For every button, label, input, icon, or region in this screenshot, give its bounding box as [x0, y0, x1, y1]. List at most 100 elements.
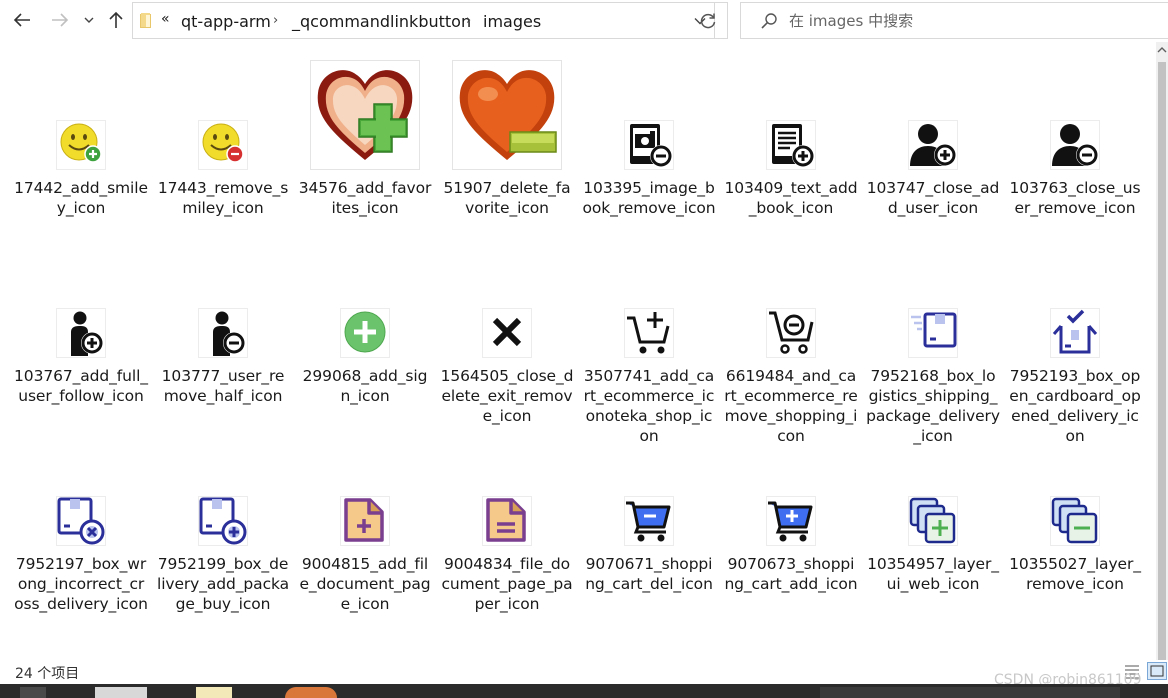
- taskbar-background: [820, 687, 1120, 698]
- file-name: 103777_user_remove_half_icon: [161, 367, 285, 405]
- file-item[interactable]: 103763_close_user_remove_icon: [1004, 42, 1146, 222]
- breadcrumb-item-images[interactable]: images: [483, 12, 541, 31]
- file-item[interactable]: 9004834_file_document_page_paper_icon: [436, 418, 578, 613]
- search-icon: [761, 13, 777, 29]
- taskbar-app-icon[interactable]: [95, 687, 147, 698]
- breadcrumb-overflow[interactable]: «: [161, 11, 170, 27]
- file-item[interactable]: 9070671_shopping_cart_del_icon: [578, 418, 720, 598]
- arrow-up-icon: [109, 11, 123, 28]
- file-item[interactable]: 10355027_layer_remove_icon: [1004, 418, 1146, 598]
- breadcrumb-item-qt-app-arm[interactable]: qt-app-arm: [181, 12, 271, 31]
- taskbar-app-icon[interactable]: [196, 687, 232, 698]
- box-cross-icon: [33, 448, 129, 546]
- back-button[interactable]: [8, 6, 36, 34]
- file-name: 103763_close_user_remove_icon: [1009, 179, 1141, 217]
- file-item[interactable]: 103747_close_add_user_icon: [862, 42, 1004, 222]
- arrow-right-icon: [52, 13, 69, 27]
- file-item[interactable]: 299068_add_sign_icon: [294, 230, 436, 410]
- refresh-button[interactable]: [688, 2, 728, 39]
- file-name: 9070673_shopping_cart_add_icon: [724, 555, 858, 593]
- scroll-up-arrow-icon[interactable]: [1157, 45, 1167, 55]
- file-item[interactable]: 9004815_add_file_document_page_icon: [294, 418, 436, 613]
- breadcrumb-separator[interactable]: ›: [466, 13, 471, 28]
- folder-icon: [140, 13, 151, 28]
- file-name: 51907_delete_favorite_icon: [443, 179, 571, 217]
- scrollbar-thumb[interactable]: [1158, 62, 1166, 662]
- image-book-remove-icon: [601, 72, 697, 170]
- file-remove-icon: [459, 448, 555, 546]
- box-open-icon: [1027, 260, 1123, 358]
- file-name: 103395_image_book_remove_icon: [582, 179, 716, 217]
- file-item[interactable]: 7952199_box_delivery_add_package_buy_ico…: [152, 418, 294, 613]
- status-bar: 24 个项目: [0, 660, 1168, 684]
- vertical-scrollbar[interactable]: [1156, 42, 1168, 662]
- file-name: 103767_add_full_user_follow_icon: [14, 367, 148, 405]
- breadcrumb-separator[interactable]: ›: [273, 13, 278, 28]
- user-add-icon: [885, 72, 981, 170]
- file-name: 9070671_shopping_cart_del_icon: [585, 555, 713, 593]
- file-item[interactable]: 7952193_box_open_cardboard_opened_delive…: [1004, 230, 1146, 445]
- address-bar[interactable]: « qt-app-arm › _qcommandlinkbutton › ima…: [132, 2, 728, 39]
- large-icons-view-button[interactable]: [1147, 662, 1167, 680]
- smiley-add-icon: [33, 72, 129, 170]
- navigation-toolbar: « qt-app-arm › _qcommandlinkbutton › ima…: [0, 0, 1168, 42]
- file-name: 9004834_file_document_page_paper_icon: [441, 555, 573, 613]
- file-grid: 17442_add_smiley_icon 17443_remove_smiley…: [0, 42, 1156, 660]
- file-item[interactable]: 6619484_and_cart_ecommerce_remove_shoppi…: [720, 230, 862, 445]
- file-name: 17442_add_smiley_icon: [14, 179, 148, 217]
- file-name: 17443_remove_smiley_icon: [157, 179, 289, 217]
- file-name: 299068_add_sign_icon: [302, 367, 428, 405]
- file-item[interactable]: 17443_remove_smiley_icon: [152, 42, 294, 222]
- file-name: 103747_close_add_user_icon: [866, 179, 1000, 217]
- user-follow-add-icon: [33, 260, 129, 358]
- file-name: 10354957_layer_ui_web_icon: [867, 555, 999, 593]
- plus-circle-icon: [317, 260, 413, 358]
- large-icons-view-icon: [1150, 665, 1164, 677]
- up-button[interactable]: [102, 6, 130, 34]
- file-item[interactable]: 103409_text_add_book_icon: [720, 42, 862, 222]
- cart-add-blue-icon: [743, 448, 839, 546]
- heart-remove-icon: [452, 60, 562, 170]
- layers-remove-icon: [1027, 448, 1123, 546]
- file-name: 10355027_layer_remove_icon: [1009, 555, 1141, 593]
- cart-add-icon: [601, 260, 697, 358]
- file-name: 103409_text_add_book_icon: [724, 179, 858, 217]
- file-item[interactable]: 7952168_box_logistics_shipping_package_d…: [862, 230, 1004, 445]
- file-item[interactable]: 10354957_layer_ui_web_icon: [862, 418, 1004, 598]
- item-count: 24 个项目: [15, 666, 80, 682]
- file-item[interactable]: 17442_add_smiley_icon: [10, 42, 152, 222]
- file-item[interactable]: 103777_user_remove_half_icon: [152, 230, 294, 410]
- cart-del-blue-icon: [601, 448, 697, 546]
- file-item[interactable]: 103767_add_full_user_follow_icon: [10, 230, 152, 410]
- file-name: 9004815_add_file_document_page_icon: [299, 555, 431, 613]
- smiley-remove-icon: [175, 72, 271, 170]
- file-name: 1564505_close_delete_exit_remove_icon: [440, 367, 574, 425]
- file-item[interactable]: 9070673_shopping_cart_add_icon: [720, 418, 862, 598]
- file-item[interactable]: 103395_image_book_remove_icon: [578, 42, 720, 222]
- box-delivery-icon: [885, 260, 981, 358]
- search-input[interactable]: [789, 9, 1149, 33]
- layers-add-icon: [885, 448, 981, 546]
- file-name: 34576_add_favorites_icon: [298, 179, 432, 217]
- search-box[interactable]: [740, 2, 1168, 39]
- user-remove-icon: [1027, 72, 1123, 170]
- refresh-icon: [700, 13, 715, 28]
- text-book-add-icon: [743, 72, 839, 170]
- file-item[interactable]: 7952197_box_wrong_incorrect_cross_delive…: [10, 418, 152, 613]
- file-name: 7952199_box_delivery_add_package_buy_ico…: [156, 555, 289, 613]
- taskbar-app-icon[interactable]: [285, 687, 337, 698]
- file-item[interactable]: 3507741_add_cart_ecommerce_iconoteka_sho…: [578, 230, 720, 445]
- file-item[interactable]: 34576_add_favorites_icon: [294, 42, 436, 222]
- chevron-down-icon: [84, 17, 94, 23]
- forward-button[interactable]: [46, 6, 74, 34]
- file-item[interactable]: 51907_delete_favorite_icon: [436, 42, 578, 222]
- cart-remove-icon: [743, 260, 839, 358]
- taskbar-app-icon[interactable]: [20, 687, 46, 698]
- breadcrumb-item-qcommandlinkbutton[interactable]: _qcommandlinkbutton: [292, 12, 471, 31]
- file-name: 7952197_box_wrong_incorrect_cross_delive…: [14, 555, 148, 613]
- arrow-left-icon: [13, 13, 30, 27]
- file-item[interactable]: 1564505_close_delete_exit_remove_icon: [436, 230, 578, 425]
- close-x-icon: [459, 260, 555, 358]
- recent-locations-button[interactable]: [78, 6, 100, 34]
- box-add-icon: [175, 448, 271, 546]
